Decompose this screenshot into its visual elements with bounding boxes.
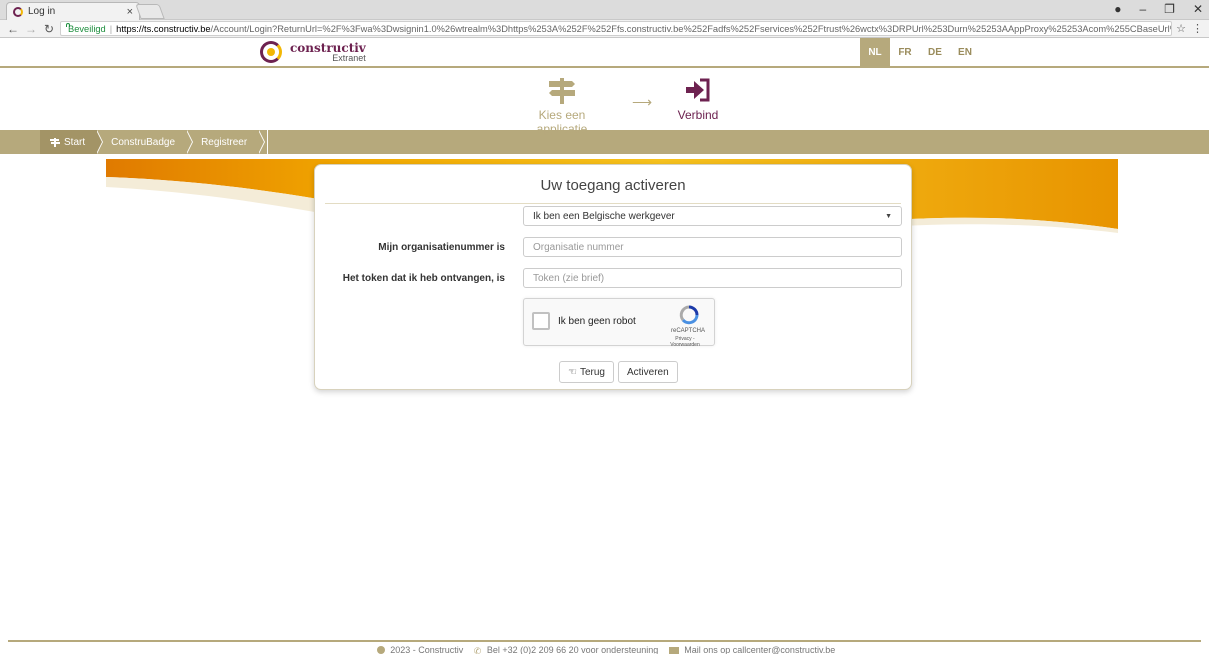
close-window-icon[interactable]: ✕ [1193,2,1203,16]
signpost-small-icon [50,137,60,147]
breadcrumb-registreer[interactable]: Registreer [187,130,266,154]
address-bar: ← → ↻ Beveiligd | https://ts.constructiv… [0,20,1209,38]
lang-fr[interactable]: FR [890,38,920,66]
org-number-label: Mijn organisatienummer is [378,241,505,253]
step-arrow-icon: ⟶ [632,94,653,110]
recaptcha-widget: Ik ben geen robot reCAPTCHA Privacy - Vo… [523,298,715,348]
signpost-icon [549,78,575,104]
form-actions: ☜ Terug Activeren [559,361,678,383]
tab-title: Log in [28,6,56,17]
reload-icon[interactable]: ↻ [42,22,56,36]
token-input[interactable] [523,268,902,288]
employer-type-value: Ik ben een Belgische werkgever [533,210,675,222]
new-tab-button[interactable] [135,4,165,19]
lang-en[interactable]: EN [950,38,980,66]
org-number-input[interactable] [523,237,902,257]
footer-phone: Bel +32 (0)2 209 66 20 voor ondersteunin… [486,645,659,654]
step-choose-application[interactable]: Kies een applicatie [512,78,612,136]
recaptcha-logo-icon [679,305,699,325]
step-connect[interactable]: Verbind [668,78,728,122]
logo-name: constructiv [290,40,366,55]
logo-mark-icon [260,41,282,63]
caret-down-icon: ▼ [885,212,892,220]
forward-arrow-icon[interactable]: → [24,22,38,36]
recaptcha-links[interactable]: Privacy - Voorwaarden [661,336,709,348]
browser-tab-bar: Log in × ● – ❐ ✕ [0,0,1209,20]
url-path: /Account/Login?ReturnUrl=%2F%3Fwa%3Dwsig… [210,23,1173,34]
bookmark-star-icon[interactable]: ☆ [1176,22,1186,35]
browser-menu-icon[interactable]: ⋮ [1192,22,1203,35]
back-arrow-icon[interactable]: ← [6,22,20,36]
copyright-icon [376,646,385,654]
phone-icon: ✆ [473,646,482,654]
form-title: Uw toegang activeren [540,177,686,194]
mail-icon [668,647,679,654]
footer-mail[interactable]: Mail ons op callcenter@constructiv.be [684,645,835,654]
site-header: constructiv Extranet NL FR DE EN [0,38,1209,68]
minimize-icon[interactable]: – [1139,2,1146,16]
step1-label: Kies een applicatie [536,108,588,136]
back-button[interactable]: ☜ Terug [559,361,614,383]
logo-subtitle: Extranet [332,52,366,63]
favicon-icon [13,6,23,17]
lang-de[interactable]: DE [920,38,950,66]
constructiv-logo[interactable]: constructiv Extranet [260,41,366,63]
profile-icon[interactable]: ● [1114,2,1121,16]
lang-nl[interactable]: NL [860,38,890,66]
site-footer: 2023 - Constructiv ✆ Bel +32 (0)2 209 66… [8,640,1201,654]
form-divider [325,203,901,204]
recaptcha-checkbox[interactable] [532,312,550,330]
main-content: Uw toegang activeren Ik ben een Belgisch… [0,154,1209,394]
url-separator: | [109,23,113,34]
browser-tab[interactable]: Log in × [6,2,140,20]
activation-form: Uw toegang activeren Ik ben een Belgisch… [314,164,912,390]
window-controls: ● – ❐ ✕ [1114,2,1203,16]
tab-close-icon[interactable]: × [127,6,133,18]
recaptcha-label: Ik ben geen robot [558,316,636,327]
activate-button[interactable]: Activeren [617,361,678,383]
restore-icon[interactable]: ❐ [1164,2,1175,16]
sign-in-icon [686,78,710,102]
secure-label: Beveiligd [68,23,106,34]
breadcrumb-start[interactable]: Start [40,130,104,154]
recaptcha-brand: reCAPTCHA [670,328,705,334]
url-host: https://ts.constructiv.be [116,23,211,34]
url-input[interactable]: Beveiligd | https://ts.constructiv.be/Ac… [60,21,1173,36]
breadcrumb-construbadge[interactable]: ConstruBadge [97,130,193,154]
employer-type-select[interactable]: Ik ben een Belgische werkgever ▼ [523,206,902,226]
back-hand-icon: ☜ [568,366,577,378]
breadcrumb-end-divider [267,130,269,154]
token-label: Het token dat ik heb ontvangen, is [342,272,505,284]
language-switcher: NL FR DE EN [860,38,980,66]
step2-label: Verbind [677,108,719,122]
steps-indicator: Kies een applicatie ⟶ Verbind [0,68,1209,136]
footer-copyright: 2023 - Constructiv [390,645,464,654]
